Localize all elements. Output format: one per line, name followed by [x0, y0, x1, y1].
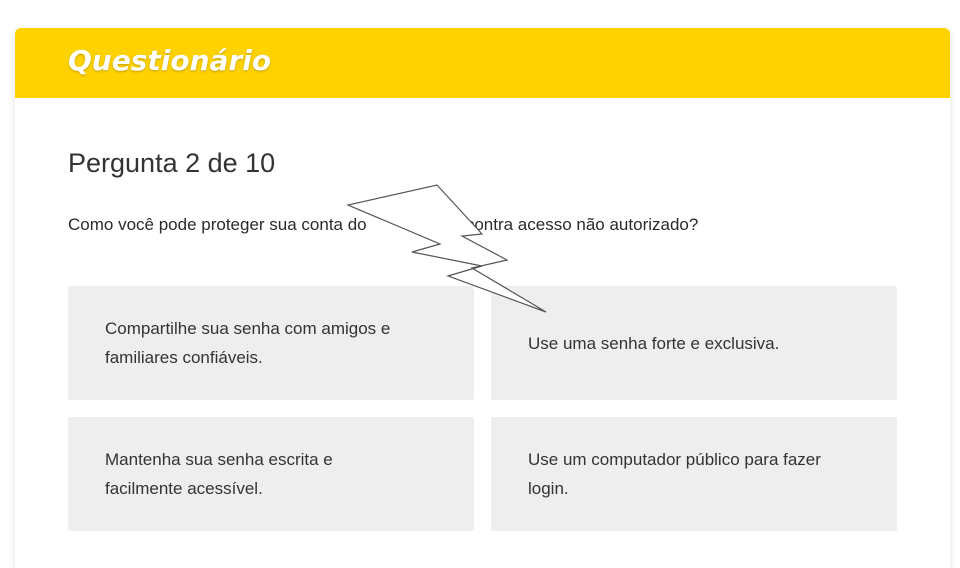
answer-option-label: Use um computador público para fazer log… — [528, 450, 821, 498]
question-text: Como você pode proteger sua conta do e c… — [68, 215, 699, 234]
answer-option-4[interactable]: Use um computador público para fazer log… — [491, 417, 897, 531]
quiz-card: Questionário Pergunta 2 de 10 Como você … — [15, 28, 950, 568]
answer-option-label: Use uma senha forte e exclusiva. — [528, 333, 780, 353]
question-counter: Pergunta 2 de 10 — [68, 148, 276, 178]
answer-option-2[interactable]: Use uma senha forte e exclusiva. — [491, 286, 897, 400]
answer-option-label: Mantenha sua senha escrita e facilmente … — [105, 450, 333, 498]
answer-option-label: Compartilhe sua senha com amigos e famil… — [105, 319, 391, 367]
quiz-header: Questionário — [15, 28, 950, 98]
quiz-title: Questionário — [68, 44, 272, 77]
answer-option-3[interactable]: Mantenha sua senha escrita e facilmente … — [68, 417, 474, 531]
answer-option-1[interactable]: Compartilhe sua senha com amigos e famil… — [68, 286, 474, 400]
